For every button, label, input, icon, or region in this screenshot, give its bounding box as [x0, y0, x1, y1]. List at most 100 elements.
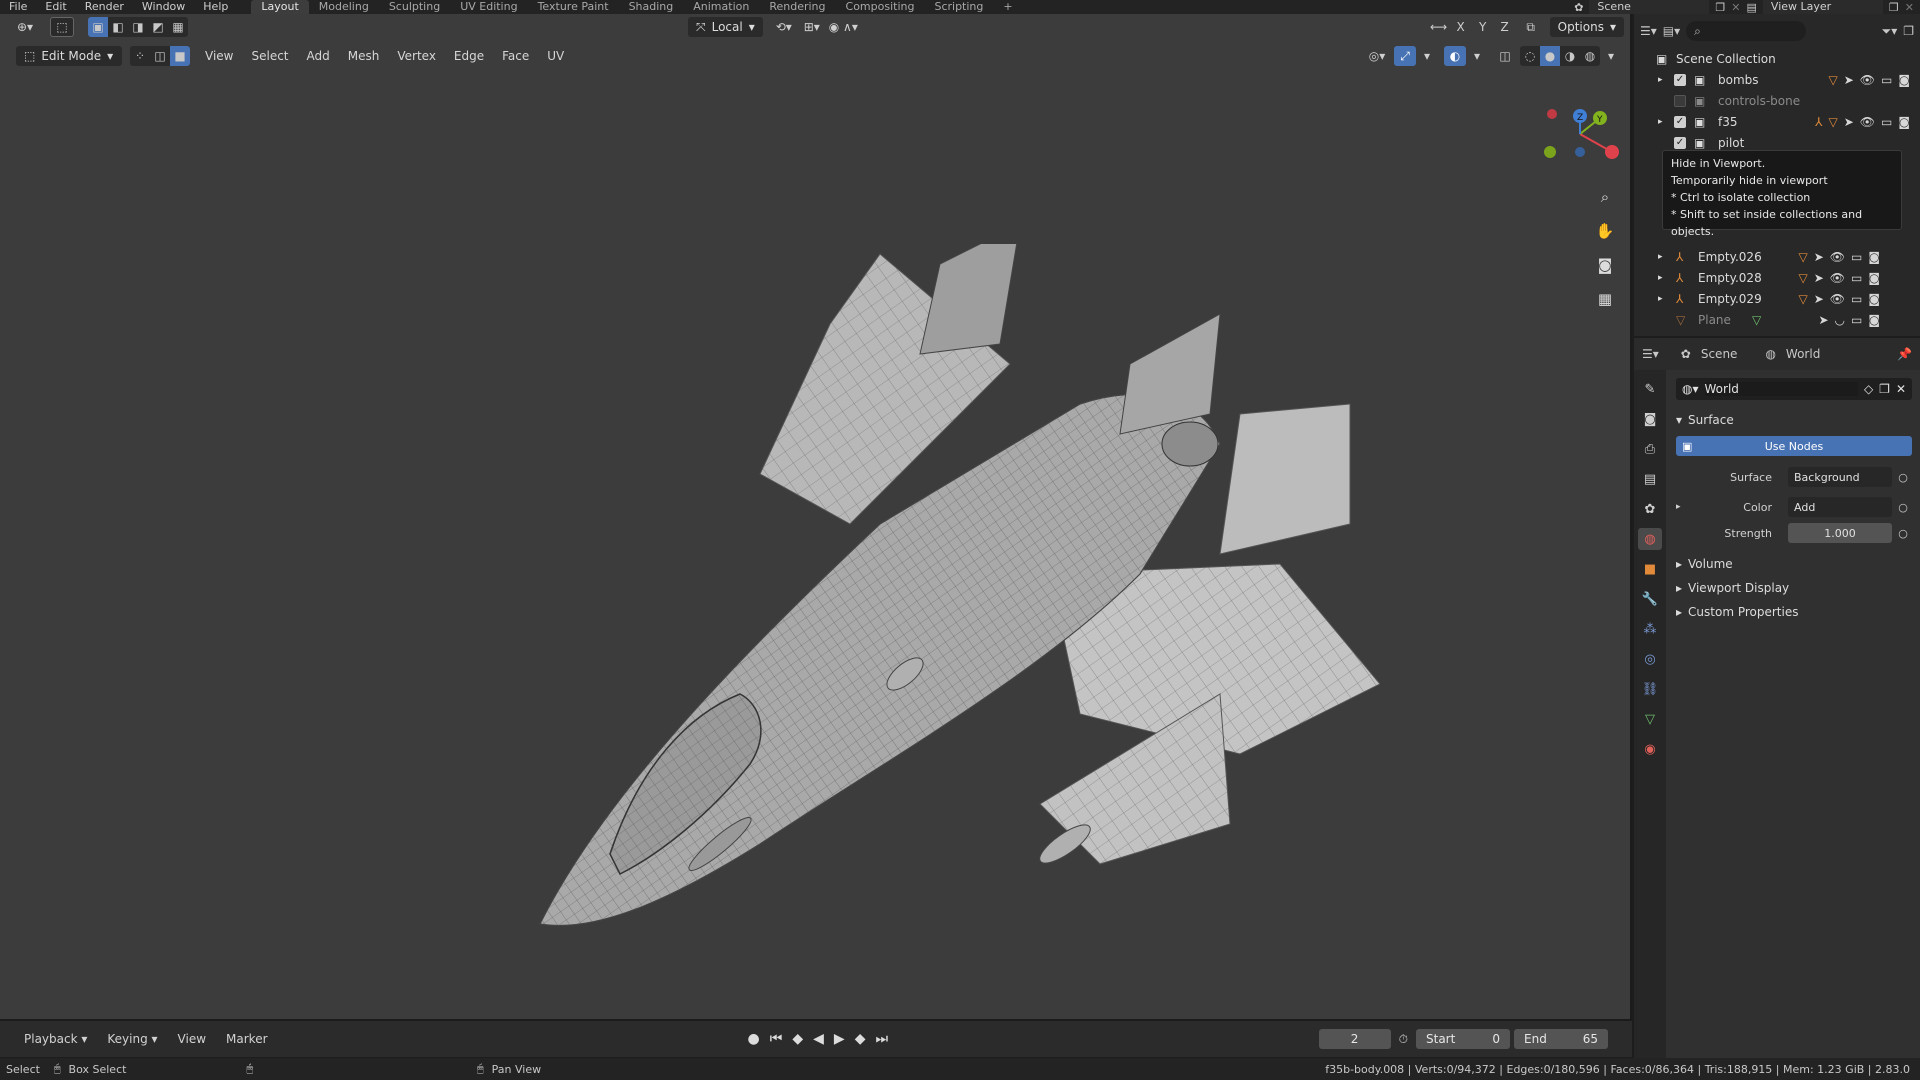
- tab-sculpting[interactable]: Sculpting: [379, 0, 450, 14]
- outliner-search-input[interactable]: ⌕: [1686, 21, 1807, 41]
- volume-panel-header[interactable]: ▸ Volume: [1668, 552, 1920, 576]
- axis-x-toggle[interactable]: X: [1450, 17, 1472, 37]
- mode-dropdown[interactable]: ⬚ Edit Mode ▾: [16, 46, 122, 66]
- filter-icon[interactable]: ▽: [1798, 250, 1807, 264]
- editor-type-icon[interactable]: ⊕▾: [14, 17, 36, 37]
- solid-shading-icon[interactable]: ●: [1540, 46, 1560, 66]
- play-icon[interactable]: ▶: [834, 1031, 845, 1047]
- snap-icon[interactable]: ⊞▾: [801, 17, 823, 37]
- filter-icon[interactable]: ▽: [1798, 292, 1807, 306]
- select-arrow-icon[interactable]: ➤: [1814, 271, 1824, 285]
- eye-icon[interactable]: 👁: [1860, 115, 1875, 129]
- eye-closed-icon[interactable]: ◡: [1835, 313, 1845, 327]
- view-layer-icon[interactable]: ▤: [1747, 1, 1757, 14]
- strength-field[interactable]: 1.000: [1788, 523, 1892, 543]
- select-arrow-icon[interactable]: ➤: [1814, 292, 1824, 306]
- menu-select[interactable]: Select: [242, 46, 297, 66]
- tab-rendering[interactable]: Rendering: [759, 0, 835, 14]
- filter-icon[interactable]: ▽: [1798, 271, 1807, 285]
- close-icon[interactable]: ✕: [1896, 382, 1906, 396]
- menu-face[interactable]: Face: [493, 46, 538, 66]
- start-frame-field[interactable]: Start 0: [1416, 1029, 1510, 1049]
- breadcrumb-world[interactable]: World: [1786, 347, 1820, 361]
- modifier-tab-icon[interactable]: 🔧: [1638, 588, 1662, 610]
- chevron-down-icon[interactable]: ▾: [1466, 46, 1488, 66]
- render-tab-icon[interactable]: ◙: [1638, 408, 1662, 430]
- tab-scripting[interactable]: Scripting: [924, 0, 993, 14]
- copy-icon[interactable]: ❐: [1715, 1, 1725, 14]
- socket-dot-icon[interactable]: ○: [1898, 471, 1908, 484]
- select-arrow-icon[interactable]: ➤: [1844, 115, 1854, 129]
- exclude-checkbox[interactable]: ✓: [1674, 136, 1686, 149]
- gizmo-neg-z-handle[interactable]: [1575, 147, 1585, 157]
- copy-icon[interactable]: ❐: [1889, 1, 1899, 14]
- expand-arrow-icon[interactable]: ▸: [1676, 502, 1681, 512]
- data-tab-icon[interactable]: ▽: [1638, 708, 1662, 730]
- jet-model[interactable]: [520, 244, 1380, 944]
- auto-merge-icon[interactable]: ⧉: [1520, 17, 1542, 37]
- mirror-icon[interactable]: ⟷: [1428, 17, 1450, 37]
- view-layer-selector[interactable]: View Layer: [1762, 0, 1883, 14]
- tool-tab-icon[interactable]: ✎: [1638, 378, 1662, 400]
- expand-arrow-icon[interactable]: ▸: [1658, 117, 1663, 127]
- pivot-icon[interactable]: ⟲▾: [773, 17, 795, 37]
- outliner-row-empty029[interactable]: ▸ ⅄ Empty.029 ▽ ➤ 👁 ▭ ◙: [1634, 288, 1920, 309]
- face-select-icon[interactable]: ■: [170, 46, 190, 66]
- custom-properties-panel-header[interactable]: ▸ Custom Properties: [1668, 600, 1920, 624]
- record-icon[interactable]: ●: [748, 1031, 760, 1047]
- outliner-row-controls-bone[interactable]: ▣ controls-bone: [1634, 90, 1920, 111]
- visibility-icon[interactable]: ◎▾: [1366, 46, 1388, 66]
- menu-window[interactable]: Window: [133, 0, 194, 14]
- output-tab-icon[interactable]: ⎙: [1638, 438, 1662, 460]
- surface-panel-header[interactable]: ▾ Surface: [1668, 408, 1920, 432]
- menu-edit[interactable]: Edit: [36, 0, 75, 14]
- scene-icon[interactable]: ✿: [1574, 1, 1583, 14]
- end-frame-field[interactable]: End 65: [1514, 1029, 1608, 1049]
- viewport-display-panel-header[interactable]: ▸ Viewport Display: [1668, 576, 1920, 600]
- outliner-row-f35[interactable]: ▸ ✓ ▣ f35 ⅄ ▽ ➤ 👁 ▭ ◙: [1634, 111, 1920, 132]
- tab-texture-paint[interactable]: Texture Paint: [528, 0, 619, 14]
- camera-icon[interactable]: ◙: [1868, 271, 1880, 285]
- menu-mesh[interactable]: Mesh: [339, 46, 389, 66]
- current-frame-field[interactable]: 2: [1318, 1029, 1391, 1049]
- tab-shading[interactable]: Shading: [619, 0, 684, 14]
- eye-icon[interactable]: 👁: [1830, 271, 1845, 285]
- menu-render[interactable]: Render: [76, 0, 133, 14]
- axis-y-toggle[interactable]: Y: [1472, 17, 1494, 37]
- proportional-edit-icon[interactable]: ◉ ∧▾: [829, 17, 858, 37]
- world-name-field[interactable]: World: [1704, 382, 1858, 396]
- editor-type-icon[interactable]: ☰▾: [1640, 24, 1657, 38]
- rendered-shading-icon[interactable]: ◍: [1580, 46, 1600, 66]
- color-input-field[interactable]: Add: [1788, 497, 1892, 517]
- camera-icon[interactable]: ◙: [1898, 73, 1910, 87]
- exclude-checkbox[interactable]: [1674, 94, 1686, 107]
- armature-icon[interactable]: ⅄: [1815, 115, 1822, 129]
- play-reverse-icon[interactable]: ◀: [813, 1031, 824, 1047]
- filter-icon[interactable]: ⏷▾: [1882, 24, 1898, 39]
- add-workspace-button[interactable]: +: [993, 0, 1022, 14]
- gizmo-toggle-icon[interactable]: ⤢: [1394, 46, 1416, 66]
- select-arrow-icon[interactable]: ➤: [1818, 313, 1828, 327]
- outliner-row-bombs[interactable]: ▸ ✓ ▣ bombs ▽ ➤ 👁 ▭ ◙: [1634, 69, 1920, 90]
- next-keyframe-icon[interactable]: ◆: [855, 1031, 866, 1047]
- constraints-tab-icon[interactable]: ⛓: [1638, 678, 1662, 700]
- fake-user-icon[interactable]: ◇: [1864, 382, 1873, 396]
- menu-vertex[interactable]: Vertex: [388, 46, 445, 66]
- camera-icon[interactable]: ◙: [1898, 115, 1910, 129]
- menu-help[interactable]: Help: [194, 0, 237, 14]
- breadcrumb-scene[interactable]: Scene: [1701, 347, 1738, 361]
- mesh-data-icon[interactable]: ▽: [1752, 313, 1761, 327]
- expand-arrow-icon[interactable]: ▸: [1658, 252, 1663, 262]
- monitor-icon[interactable]: ▭: [1851, 292, 1862, 306]
- menu-keying[interactable]: Keying ▾: [97, 1032, 167, 1046]
- monitor-icon[interactable]: ▭: [1851, 250, 1862, 264]
- surface-shader-field[interactable]: Background: [1788, 467, 1892, 487]
- expand-arrow-icon[interactable]: ▸: [1658, 294, 1663, 304]
- select-tool-icon[interactable]: ⬚: [50, 17, 74, 37]
- duplicate-icon[interactable]: ❐: [1879, 382, 1890, 396]
- navigation-gizmo[interactable]: Y Z: [1540, 94, 1620, 174]
- particles-tab-icon[interactable]: ⁂: [1638, 618, 1662, 640]
- eye-icon[interactable]: 👁: [1860, 73, 1875, 87]
- physics-tab-icon[interactable]: ◎: [1638, 648, 1662, 670]
- perspective-grid-icon[interactable]: ▦: [1592, 286, 1618, 312]
